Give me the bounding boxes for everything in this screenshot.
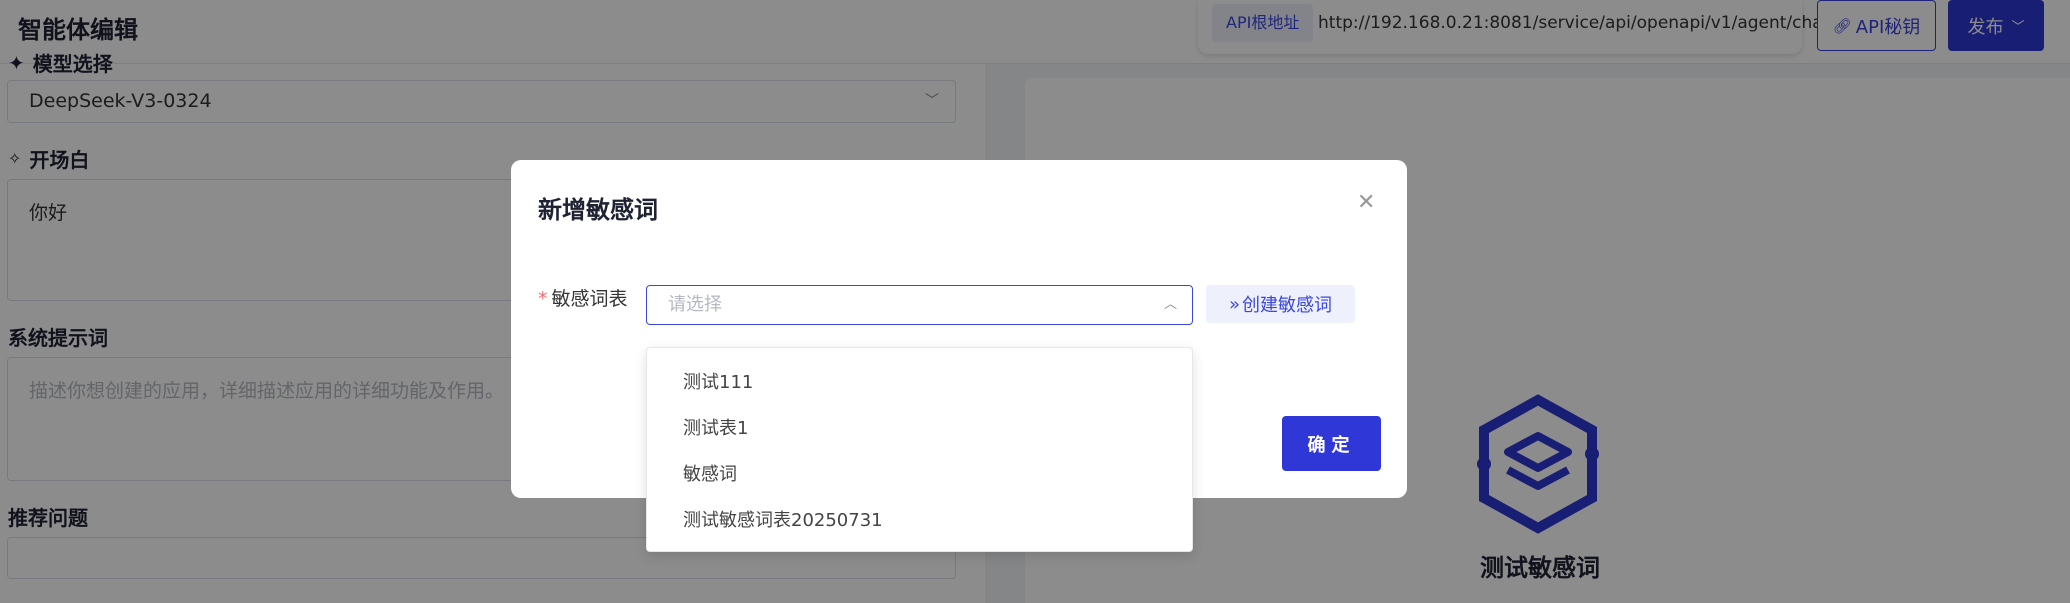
dropdown-option[interactable]: 测试敏感词表20250731 <box>647 498 1192 544</box>
modal-title: 新增敏感词 <box>538 196 658 224</box>
confirm-button[interactable]: 确定 <box>1282 416 1381 471</box>
chevron-up-icon: ︿ <box>1163 297 1177 312</box>
create-sensitive-word-button[interactable]: » 创建敏感词 <box>1206 285 1355 323</box>
required-mark: * <box>538 288 548 310</box>
double-chevron-right-icon: » <box>1228 293 1240 315</box>
select-placeholder: 请选择 <box>668 294 722 315</box>
sensitive-table-dropdown: 测试111 测试表1 敏感词 测试敏感词表20250731 <box>646 347 1193 552</box>
sensitive-table-label-text: 敏感词表 <box>551 288 628 310</box>
dropdown-option[interactable]: 敏感词 <box>647 452 1192 498</box>
dropdown-option[interactable]: 测试表1 <box>647 406 1192 452</box>
create-label: 创建敏感词 <box>1242 295 1332 316</box>
sensitive-table-label: * 敏感词表 <box>538 284 628 311</box>
close-icon[interactable]: ✕ <box>1357 190 1375 215</box>
sensitive-table-select[interactable]: 请选择 ︿ <box>646 285 1193 325</box>
dropdown-option[interactable]: 测试111 <box>647 360 1192 406</box>
